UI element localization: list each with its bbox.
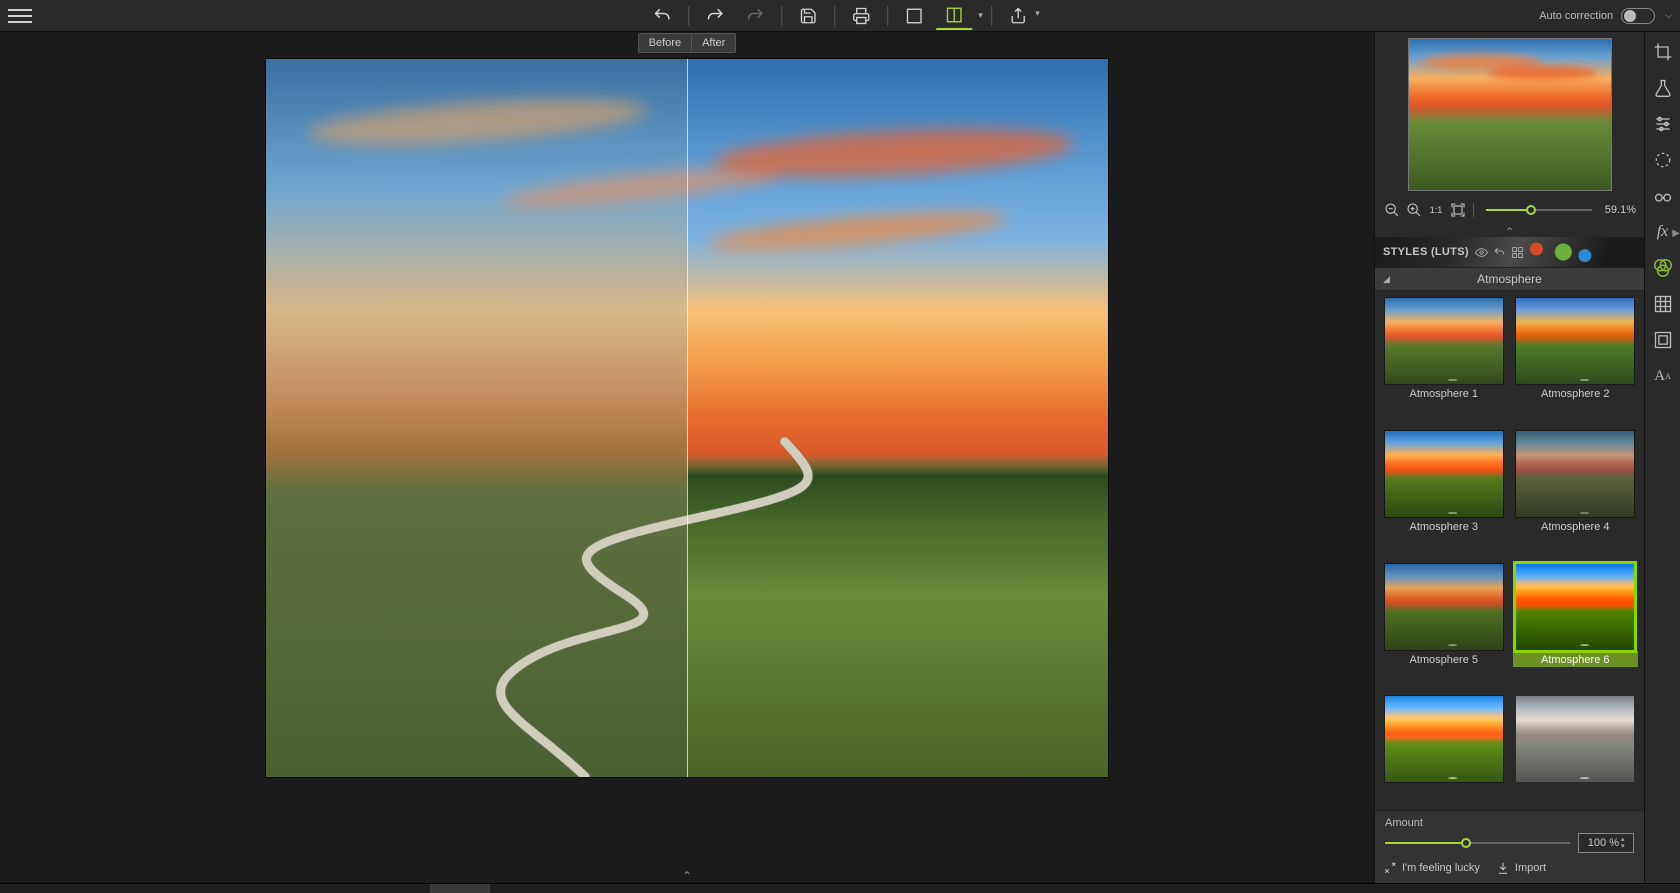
- amount-spinner[interactable]: ▴▾: [1621, 835, 1631, 851]
- import-button[interactable]: Import: [1496, 861, 1546, 875]
- preset-thumb[interactable]: Atmosphere 1: [1381, 297, 1507, 424]
- auto-correction-label: Auto correction: [1539, 10, 1613, 22]
- amount-label: Amount: [1385, 817, 1634, 829]
- category-label: Atmosphere: [1477, 272, 1542, 286]
- preset-thumb[interactable]: [1513, 695, 1639, 810]
- compare-divider[interactable]: [687, 59, 688, 777]
- visibility-icon[interactable]: [1475, 246, 1488, 259]
- zoom-slider[interactable]: [1486, 203, 1592, 217]
- feeling-lucky-button[interactable]: I'm feeling lucky: [1383, 861, 1480, 875]
- glasses-tool[interactable]: [1649, 182, 1677, 210]
- lut-tool[interactable]: [1649, 254, 1677, 282]
- preset-thumb[interactable]: Atmosphere 4: [1513, 430, 1639, 557]
- crop-tool[interactable]: [1649, 38, 1677, 66]
- text-tool[interactable]: AA: [1649, 362, 1677, 390]
- preset-thumb[interactable]: Atmosphere 5: [1381, 563, 1507, 690]
- auto-correction-caret[interactable]: ⌵: [1665, 10, 1672, 21]
- main-image[interactable]: [265, 58, 1109, 778]
- top-toolbar: ▾ ▾ Auto correction ⌵: [0, 0, 1680, 32]
- menu-button[interactable]: [8, 4, 32, 28]
- separator: [688, 6, 689, 26]
- canvas-area: Before After ⌃: [0, 32, 1374, 883]
- rail-expand-caret[interactable]: ▶: [1672, 228, 1680, 239]
- chemistry-tool[interactable]: [1649, 74, 1677, 102]
- selection-tool[interactable]: [1649, 146, 1677, 174]
- zoom-fit-button[interactable]: [1449, 201, 1467, 219]
- grid-icon[interactable]: [1511, 246, 1524, 259]
- separator: [781, 6, 782, 26]
- navigator-preview[interactable]: [1408, 38, 1612, 191]
- preset-thumb[interactable]: Atmosphere 2: [1513, 297, 1639, 424]
- redo-history-button[interactable]: [737, 2, 773, 30]
- preset-thumb[interactable]: Atmosphere 6: [1513, 563, 1639, 690]
- undo-button[interactable]: [644, 2, 680, 30]
- zoom-in-button[interactable]: [1405, 201, 1423, 219]
- split-view-button[interactable]: [936, 2, 972, 30]
- frame-tool[interactable]: [1649, 326, 1677, 354]
- side-panel: 1:1 59.1% ⌃ STYLES (LUTS) ◢ Atmosp: [1374, 32, 1644, 883]
- collapse-icon: ◢: [1383, 274, 1390, 285]
- separator: [887, 6, 888, 26]
- amount-slider[interactable]: [1385, 836, 1570, 850]
- preset-grid: Atmosphere 1 Atmosphere 2 Atmosphere 3 A…: [1375, 291, 1644, 810]
- panel-collapse-caret[interactable]: ⌃: [1375, 225, 1644, 237]
- separator: [991, 6, 992, 26]
- save-button[interactable]: [790, 2, 826, 30]
- canvas-collapse-caret[interactable]: ⌃: [0, 869, 1374, 883]
- sliders-tool[interactable]: [1649, 110, 1677, 138]
- amount-input[interactable]: 100 % ▴▾: [1578, 833, 1634, 853]
- styles-panel-header[interactable]: STYLES (LUTS): [1375, 237, 1644, 267]
- single-view-button[interactable]: [896, 2, 932, 30]
- zoom-value: 59.1%: [1602, 204, 1636, 216]
- redo-button[interactable]: [697, 2, 733, 30]
- auto-correction-toggle[interactable]: [1621, 8, 1655, 24]
- preset-thumb[interactable]: [1381, 695, 1507, 810]
- category-header[interactable]: ◢ Atmosphere: [1375, 267, 1644, 291]
- print-button[interactable]: [843, 2, 879, 30]
- separator: [834, 6, 835, 26]
- view-dropdown-caret[interactable]: ▾: [978, 10, 983, 21]
- tool-rail: fx AA ▶: [1644, 32, 1680, 883]
- bottom-bar: [0, 883, 1680, 893]
- reset-icon[interactable]: [1493, 246, 1506, 259]
- before-label: Before: [638, 33, 691, 53]
- after-label: After: [691, 33, 736, 53]
- share-button[interactable]: ▾: [1000, 2, 1036, 30]
- preset-thumb[interactable]: Atmosphere 3: [1381, 430, 1507, 557]
- grain-tool[interactable]: [1649, 290, 1677, 318]
- zoom-out-button[interactable]: [1383, 201, 1401, 219]
- zoom-100-button[interactable]: 1:1: [1427, 201, 1445, 219]
- styles-panel-title: STYLES (LUTS): [1383, 246, 1469, 258]
